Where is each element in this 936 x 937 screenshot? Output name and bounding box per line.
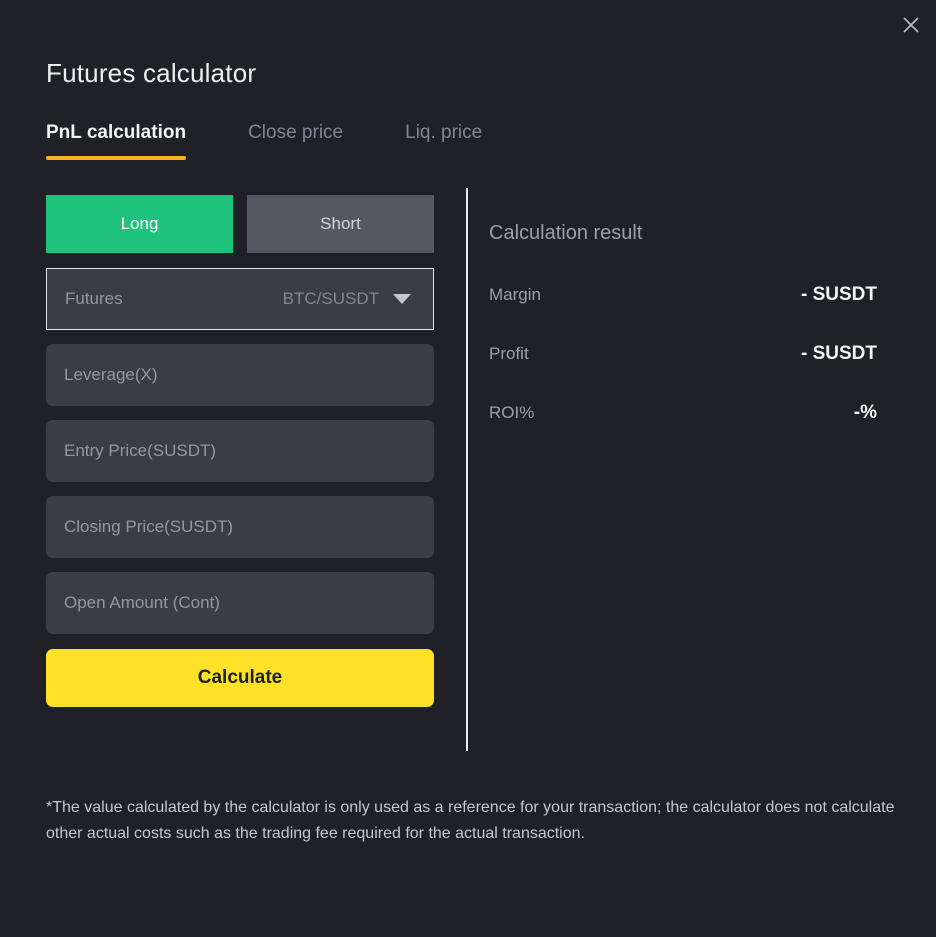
result-row-margin: Margin - SUSDT [489,284,877,306]
entry-price-placeholder: Entry Price(SUSDT) [64,441,217,460]
open-amount-placeholder: Open Amount (Cont) [64,593,220,612]
calculate-button[interactable]: Calculate [46,649,434,707]
tab-close-price[interactable]: Close price [248,122,343,160]
futures-pair-select[interactable]: Futures BTC/SUSDT [46,268,434,330]
roi-value: -% [853,402,877,423]
roi-label: ROI% [489,403,535,422]
disclaimer-note: *The value calculated by the calculator … [46,799,895,842]
tab-bar: PnL calculation Close price Liq. price [46,122,482,160]
calculator-form: Long Short Futures BTC/SUSDT Leverage(X)… [46,195,434,707]
margin-label: Margin [489,285,541,304]
entry-price-input[interactable]: Entry Price(SUSDT) [46,420,434,482]
page-title: Futures calculator [46,58,257,88]
calculation-result-panel: Calculation result Margin - SUSDT Profit… [489,222,877,424]
open-amount-input[interactable]: Open Amount (Cont) [46,572,434,634]
result-row-roi: ROI% -% [489,402,877,424]
futures-pair-label: Futures [65,289,123,308]
panel-divider [466,188,468,751]
long-button[interactable]: Long [46,195,233,253]
leverage-input[interactable]: Leverage(X) [46,344,434,406]
profit-label: Profit [489,344,529,363]
result-row-profit: Profit - SUSDT [489,343,877,365]
closing-price-input[interactable]: Closing Price(SUSDT) [46,496,434,558]
result-panel-title: Calculation result [489,222,643,244]
closing-price-placeholder: Closing Price(SUSDT) [64,517,234,536]
futures-calculator-modal: Futures calculator PnL calculation Close… [0,0,936,937]
profit-value: - SUSDT [801,343,877,364]
futures-pair-value: BTC/SUSDT [282,289,379,308]
leverage-placeholder: Leverage(X) [64,365,158,384]
tab-liq-price[interactable]: Liq. price [405,122,482,160]
short-button[interactable]: Short [247,195,434,253]
close-icon[interactable] [894,8,928,42]
tab-pnl-calculation[interactable]: PnL calculation [46,122,187,160]
chevron-down-icon [393,294,411,304]
side-toggle-group: Long Short [46,195,434,253]
margin-value: - SUSDT [801,284,877,305]
